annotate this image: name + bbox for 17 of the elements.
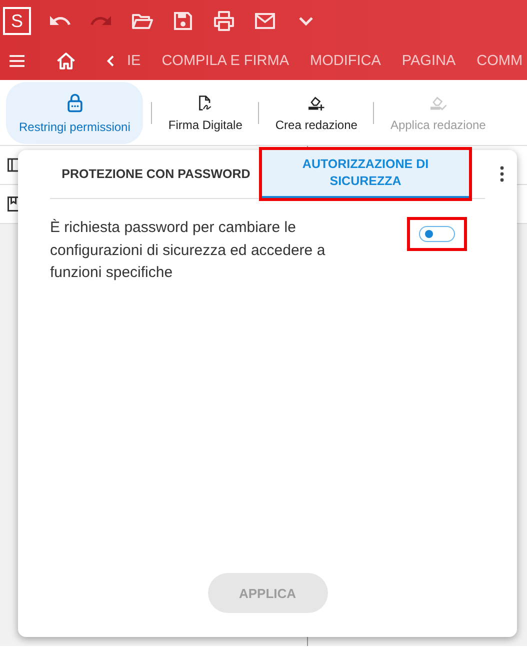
panel-tab[interactable]: AUTORIZZAZIONE DI SICUREZZA [262, 150, 469, 198]
print-icon[interactable] [212, 9, 236, 33]
nav-tab[interactable]: MODIFICA [310, 53, 381, 69]
toggle-switch[interactable] [419, 226, 455, 242]
save-icon[interactable] [171, 9, 195, 33]
nav-tab[interactable]: PAGINA [402, 53, 456, 69]
ribbon-button[interactable]: Firma Digitale [160, 88, 250, 138]
ribbon-button[interactable]: Restringi permissioni [6, 82, 144, 144]
nav-tab[interactable]: IE [127, 53, 141, 69]
setting-description: È richiesta password per cambiare le configurazioni di sicurezza ed accedere a funzioni specifiche [50, 218, 326, 283]
nav-tab[interactable]: COMM [476, 53, 523, 69]
ribbon-button[interactable]: Crea redazione [267, 88, 366, 138]
more-options-icon[interactable] [499, 165, 505, 183]
panel-tab[interactable]: PROTEZIONE CON PASSWORD [50, 150, 262, 198]
app-logo[interactable]: S [3, 7, 31, 35]
nav-tab[interactable]: COMPILA E FIRMA [162, 53, 290, 69]
home-icon[interactable] [55, 50, 77, 72]
